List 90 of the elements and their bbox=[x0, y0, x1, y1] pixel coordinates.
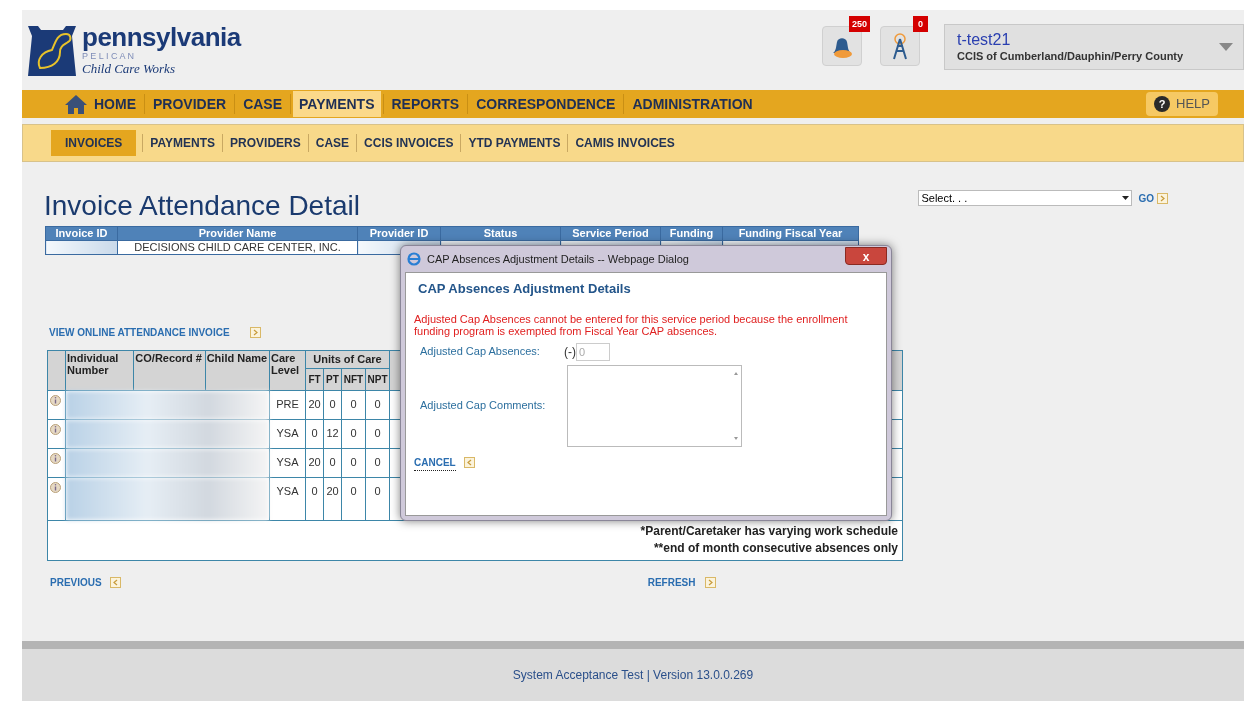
notification-button[interactable] bbox=[880, 26, 920, 66]
home-icon bbox=[64, 94, 88, 114]
nav-tab[interactable]: CORRESPONDENCE bbox=[470, 91, 622, 117]
close-button[interactable]: x bbox=[845, 247, 887, 265]
page-select[interactable]: Select. . . bbox=[918, 190, 1133, 206]
user-name: t-test21 bbox=[957, 30, 1011, 51]
table-cell: 0 bbox=[341, 390, 366, 420]
previous-link[interactable]: PREVIOUS bbox=[50, 575, 102, 590]
footnote: *Parent/Caretaker has varying work schedule bbox=[640, 523, 898, 540]
info-icon[interactable] bbox=[50, 482, 61, 493]
table-cell: 0 bbox=[341, 419, 366, 449]
table-cell: YSA bbox=[269, 477, 306, 521]
nav-tab[interactable]: ADMINISTRATION bbox=[626, 91, 759, 117]
minus-prefix: (-) bbox=[564, 343, 576, 361]
column-header: Provider Name bbox=[117, 226, 358, 241]
sub-nav-tab[interactable]: YTD PAYMENTS bbox=[461, 130, 568, 156]
column-header: Units of Care bbox=[305, 350, 390, 369]
caret-icon bbox=[1219, 43, 1233, 51]
browser-icon bbox=[407, 252, 421, 266]
refresh-link[interactable]: REFRESH bbox=[647, 575, 696, 590]
column-header: CO/Record # bbox=[133, 350, 206, 391]
dialog-heading: CAP Absences Adjustment Details bbox=[418, 280, 632, 298]
view-invoice-link[interactable]: VIEW ONLINE ATTENDANCE INVOICE bbox=[49, 325, 230, 340]
logo-tagline: Child Care Works bbox=[82, 62, 176, 75]
footer-text: System Acceptance Test | Version 13.0.0.269 bbox=[512, 667, 754, 684]
column-header: Status bbox=[440, 226, 561, 241]
count-badge: 0 bbox=[913, 16, 928, 32]
user-menu[interactable]: t-test21 CCIS of Cumberland/Dauphin/Perry County bbox=[944, 24, 1244, 70]
sub-nav-tab[interactable]: PAYMENTS bbox=[143, 130, 223, 156]
table-cell: PRE bbox=[269, 390, 306, 420]
table-cell: 0 bbox=[365, 477, 390, 521]
nav-tab[interactable]: HOME bbox=[58, 91, 142, 117]
table-cell: YSA bbox=[269, 419, 306, 449]
page-title: Invoice Attendance Detail bbox=[44, 192, 360, 220]
table-cell: 0 bbox=[341, 448, 366, 478]
arrow-icon bbox=[705, 577, 717, 588]
arrow-icon bbox=[1157, 192, 1168, 204]
column-header: Provider ID bbox=[357, 226, 441, 241]
column-header: Child Name bbox=[205, 350, 270, 391]
info-icon[interactable] bbox=[50, 424, 61, 435]
cancel-link[interactable]: CANCEL bbox=[414, 454, 456, 471]
sub-nav-tab[interactable]: CASE bbox=[308, 130, 357, 156]
nav-tab[interactable]: REPORTS bbox=[385, 91, 466, 117]
logo-wordmark: pennsylvania bbox=[82, 24, 241, 50]
info-icon[interactable] bbox=[50, 395, 61, 406]
field-label: Adjusted Cap Comments: bbox=[420, 398, 547, 414]
table-cell: 0 bbox=[365, 419, 390, 449]
comments-field[interactable] bbox=[567, 364, 742, 447]
error-message: Adjusted Cap Absences cannot be entered for this service period because the enrollment funding program is exempted from Fiscal Year CAP absences. bbox=[414, 312, 849, 337]
table-cell: YSA bbox=[269, 448, 306, 478]
column-header: Funding bbox=[660, 226, 723, 241]
nav-tab[interactable]: CASE bbox=[237, 91, 289, 117]
info-icon[interactable] bbox=[50, 453, 61, 464]
sub-nav-tab[interactable]: INVOICES bbox=[51, 130, 137, 156]
table-cell: 20 bbox=[305, 390, 324, 420]
table-cell: 0 bbox=[323, 390, 342, 420]
column-header: Funding Fiscal Year bbox=[722, 226, 859, 241]
column-header: Individual Number bbox=[65, 350, 134, 391]
nav-tab[interactable]: PROVIDER bbox=[147, 91, 233, 117]
arrow-icon bbox=[249, 327, 261, 338]
user-organization: CCIS of Cumberland/Dauphin/Perry County bbox=[957, 50, 1184, 64]
arrow-icon bbox=[109, 577, 121, 588]
keystone-pelican-logo bbox=[26, 24, 78, 78]
table-cell: 20 bbox=[323, 477, 342, 521]
sub-nav-tab[interactable]: PROVIDERS bbox=[223, 130, 308, 156]
go-link[interactable]: GO bbox=[1138, 190, 1154, 206]
help-icon: ? bbox=[1154, 96, 1171, 112]
notification-button[interactable] bbox=[822, 26, 862, 66]
column-header: Care Level bbox=[269, 350, 306, 391]
dialog-title: CAP Absences Adjustment Details -- Webpage Dialog bbox=[427, 251, 690, 267]
footnote: **end of month consecutive absences only bbox=[653, 540, 898, 557]
table-cell: 0 bbox=[323, 448, 342, 478]
help-button[interactable]: ? HELP bbox=[1146, 92, 1218, 116]
logo-subtitle: P E L I C A N bbox=[82, 52, 136, 61]
table-cell: 0 bbox=[305, 419, 324, 449]
table-cell: 0 bbox=[365, 390, 390, 420]
count-badge: 250 bbox=[848, 16, 870, 32]
sub-nav-tab[interactable]: CCIS INVOICES bbox=[357, 130, 461, 156]
caret-icon bbox=[1122, 196, 1130, 200]
table-cell: 0 bbox=[305, 477, 324, 521]
table-cell: 12 bbox=[323, 419, 342, 449]
table-cell: 20 bbox=[305, 448, 324, 478]
table-cell: 0 bbox=[341, 477, 366, 521]
arrow-icon bbox=[463, 457, 475, 468]
nav-tab[interactable]: PAYMENTS bbox=[293, 91, 381, 117]
field-label: Adjusted Cap Absences: bbox=[420, 344, 541, 360]
table-cell: 0 bbox=[365, 448, 390, 478]
sub-nav-tab[interactable]: CAMIS INVOICES bbox=[568, 130, 682, 156]
column-header: Service Period bbox=[560, 226, 661, 241]
column-header: Invoice ID bbox=[45, 226, 118, 241]
